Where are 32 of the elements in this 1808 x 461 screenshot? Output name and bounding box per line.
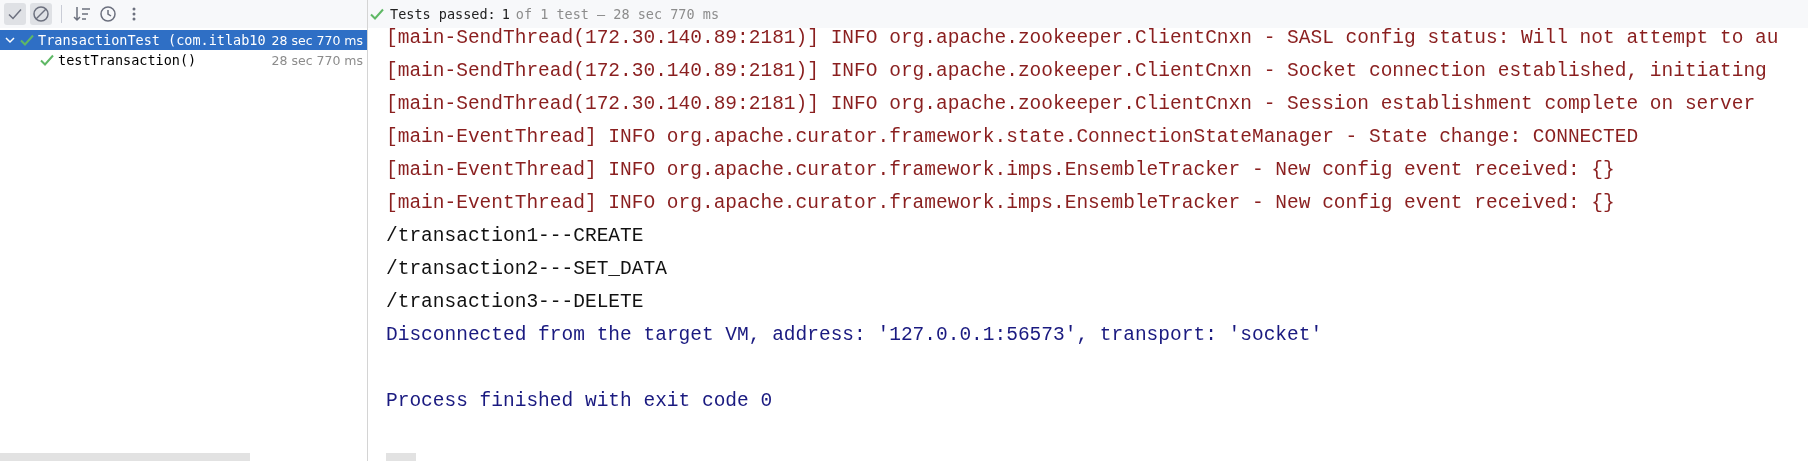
console-line: Process finished with exit code 0 (386, 389, 773, 414)
console-line: Disconnected from the target VM, address: '127.0.0.1:56573', transport: 'socket' (386, 323, 1323, 348)
status-detail: of 1 test – 28 sec 770 ms (515, 6, 719, 22)
prohibited-icon (32, 5, 50, 23)
console-line: /transaction1---CREATE (386, 224, 644, 249)
console-line: [main-SendThread(172.30.140.89:2181)] INFO org.apache.zookeeper.ClientCnxn - Socket connection established, initiating (386, 59, 1767, 84)
test-duration: 28 sec 770 ms (271, 32, 363, 48)
test-duration: 28 sec 770 ms (271, 52, 363, 68)
console-line: [main-SendThread(172.30.140.89:2181)] INFO org.apache.zookeeper.ClientCnxn - SASL config status: Will not attempt to au (386, 26, 1779, 51)
chevron-icon[interactable] (4, 34, 16, 46)
scrollbar[interactable] (0, 453, 250, 461)
tree-item[interactable]: TransactionTest (com.itlab10 28 sec 770 ms (0, 30, 367, 50)
sort-icon (73, 5, 91, 23)
console-line: /transaction2---SET_DATA (386, 257, 667, 282)
console-line: [main-SendThread(172.30.140.89:2181)] INFO org.apache.zookeeper.ClientCnxn - Session establishment complete on server (386, 92, 1756, 117)
check-icon (370, 7, 384, 21)
more-icon (131, 6, 137, 22)
test-name: testTransaction() (58, 52, 198, 68)
passed-count: 1 (501, 6, 510, 22)
console-line: [main-EventThread] INFO org.apache.curator.framework.imps.EnsembleTracker - New config event received: {} (386, 191, 1615, 216)
test-name: TransactionTest (com.itlab10 (38, 32, 267, 48)
tree-item[interactable]: testTransaction() 28 sec 770 ms (0, 50, 367, 70)
console-line: /transaction3---DELETE (386, 290, 644, 315)
clock-icon (99, 5, 117, 23)
scrollbar[interactable] (386, 453, 416, 461)
show-passed-button[interactable] (4, 3, 26, 25)
check-icon (7, 6, 23, 22)
status-label: Tests passed: (390, 6, 496, 22)
console-line: [main-EventThread] INFO org.apache.curator.framework.state.ConnectionStateManager - State change: CONNECTED (386, 125, 1639, 150)
show-ignored-button[interactable] (30, 3, 52, 25)
duration-button[interactable] (97, 3, 119, 25)
console-line: [main-EventThread] INFO org.apache.curator.framework.imps.EnsembleTracker - New config event received: {} (386, 158, 1615, 183)
